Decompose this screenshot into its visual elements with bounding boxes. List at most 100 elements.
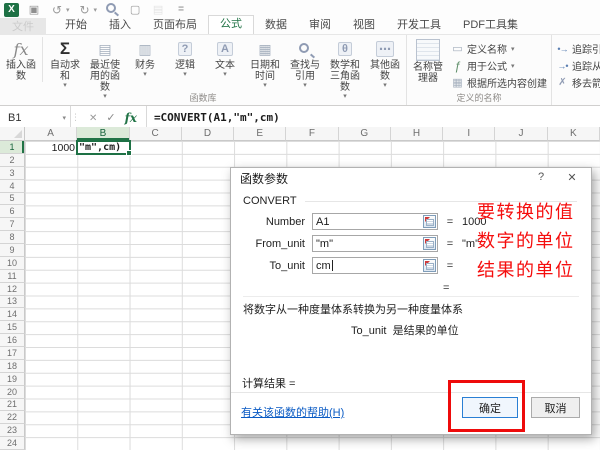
item-label: 定义名称 xyxy=(467,41,507,56)
group-label-formula-auditing: 公式审核 xyxy=(552,91,600,104)
more-fn-icon xyxy=(374,39,396,59)
excel-logo-icon xyxy=(4,3,19,17)
tab-file[interactable]: 文件 xyxy=(0,18,46,34)
row-header[interactable]: 2 xyxy=(0,154,25,167)
row-header[interactable]: 9 xyxy=(0,244,25,257)
dialog-help-button[interactable]: ? xyxy=(531,171,551,187)
equals-sign: = xyxy=(438,238,462,250)
confirm-entry-icon[interactable] xyxy=(106,111,115,124)
save-icon xyxy=(26,2,42,17)
row-header[interactable]: 23 xyxy=(0,424,25,437)
row-header[interactable]: 4 xyxy=(0,180,25,193)
select-all-corner[interactable] xyxy=(0,127,25,141)
column-header[interactable]: D xyxy=(182,127,234,141)
auditing-item[interactable]: 移去箭头 xyxy=(553,74,600,91)
ribbon-tab[interactable]: PDF工具集 xyxy=(452,17,529,34)
button-label: 逻辑 xyxy=(175,60,195,71)
row-header[interactable]: 8 xyxy=(0,231,25,244)
row-header[interactable]: 17 xyxy=(0,347,25,360)
column-header[interactable]: C xyxy=(130,127,182,141)
row-header[interactable]: 22 xyxy=(0,411,25,424)
ribbon-tab[interactable]: 插入 xyxy=(98,17,142,34)
ribbon-tab[interactable]: 视图 xyxy=(342,17,386,34)
row-header[interactable]: 21 xyxy=(0,399,25,412)
ribbon-tab[interactable]: 公式 xyxy=(208,15,254,34)
row-header[interactable]: 19 xyxy=(0,373,25,386)
math-icon xyxy=(334,39,356,59)
function-help-link[interactable]: 有关该函数的帮助(H) xyxy=(241,404,344,420)
equals-sign: = xyxy=(438,216,462,228)
cell-b1-editing[interactable]: "m",cm) xyxy=(76,140,131,155)
ribbon-tab[interactable]: 开始 xyxy=(54,17,98,34)
collapse-dialog-icon[interactable] xyxy=(423,237,436,250)
ribbon-tab[interactable]: 页面布局 xyxy=(142,17,208,34)
row-header[interactable]: 13 xyxy=(0,296,25,309)
trace-dependents-icon xyxy=(556,59,569,72)
row-header[interactable]: 20 xyxy=(0,386,25,399)
defined-names-item[interactable]: 用于公式 xyxy=(448,57,550,74)
column-header[interactable]: A xyxy=(25,127,77,141)
row-header[interactable]: 6 xyxy=(0,205,25,218)
collapse-dialog-icon[interactable] xyxy=(423,215,436,228)
qat-button[interactable] xyxy=(150,2,166,17)
button-label: 自动求和 xyxy=(47,60,83,82)
argument-label: Number xyxy=(243,216,312,228)
collapse-dialog-icon[interactable] xyxy=(423,259,436,272)
dialog-close-button[interactable]: ✕ xyxy=(562,171,582,187)
column-header[interactable]: I xyxy=(443,127,495,141)
argument-input[interactable]: A1 xyxy=(312,213,438,230)
insert-function-button[interactable]: 插入函数 xyxy=(1,37,43,82)
redo-icon xyxy=(77,2,93,17)
defined-names-item[interactable]: 定义名称 xyxy=(448,40,550,57)
button-label: 最近使用的函数 xyxy=(87,60,123,93)
row-header[interactable]: 18 xyxy=(0,360,25,373)
row-header[interactable]: 16 xyxy=(0,334,25,347)
auditing-item[interactable]: 追踪从属单元格 xyxy=(553,57,600,74)
name-box[interactable]: B1 xyxy=(0,106,71,129)
column-header[interactable]: H xyxy=(391,127,443,141)
row-header[interactable]: 14 xyxy=(0,308,25,321)
column-header[interactable]: B xyxy=(77,127,129,141)
formula-input[interactable]: =CONVERT(A1,"m",cm) xyxy=(147,106,600,129)
qat-button[interactable] xyxy=(104,2,120,17)
row-header[interactable]: 11 xyxy=(0,270,25,283)
qat-button[interactable] xyxy=(26,2,42,17)
column-header[interactable]: K xyxy=(548,127,600,141)
item-label: 移去箭头 xyxy=(572,75,600,90)
row-header[interactable]: 3 xyxy=(0,167,25,180)
ribbon-tab[interactable]: 开发工具 xyxy=(386,17,452,34)
defined-names-items: 定义名称 用于公式 根据所选内容创建 xyxy=(448,37,550,91)
cell-a1[interactable]: 1000 xyxy=(25,142,78,154)
column-header[interactable]: F xyxy=(286,127,338,141)
item-label: 追踪从属单元格 xyxy=(572,58,600,73)
separator xyxy=(231,392,591,393)
row-header[interactable]: 12 xyxy=(0,283,25,296)
ribbon-tab[interactable]: 审阅 xyxy=(298,17,342,34)
cancel-button[interactable]: 取消 xyxy=(531,397,580,418)
column-header[interactable]: G xyxy=(339,127,391,141)
qat-button[interactable] xyxy=(173,2,189,17)
text-icon xyxy=(214,39,236,59)
insert-function-icon[interactable] xyxy=(125,111,137,125)
row-header[interactable]: 24 xyxy=(0,437,25,450)
row-header[interactable]: 1 xyxy=(0,141,25,154)
column-header[interactable]: J xyxy=(495,127,547,141)
qat-button[interactable] xyxy=(127,2,143,17)
row-header[interactable]: 7 xyxy=(0,218,25,231)
auditing-item[interactable]: 追踪引用单元格 xyxy=(553,40,600,57)
argument-input[interactable]: "m" xyxy=(312,235,438,252)
argument-value: "m" xyxy=(316,238,333,250)
argument-input[interactable]: cm xyxy=(312,257,438,274)
row-header[interactable]: 15 xyxy=(0,321,25,334)
remove-arrows-icon xyxy=(556,76,569,89)
name-manager-button[interactable]: 名称管理器 xyxy=(408,37,448,84)
row-header[interactable]: 5 xyxy=(0,193,25,206)
button-label: 数学和三角函数 xyxy=(327,60,363,93)
column-header[interactable]: E xyxy=(234,127,286,141)
formula-result-label: 计算结果 = xyxy=(242,375,295,391)
cancel-entry-icon[interactable] xyxy=(89,112,97,124)
defined-names-item[interactable]: 根据所选内容创建 xyxy=(448,74,550,91)
ribbon-tab[interactable]: 数据 xyxy=(254,17,298,34)
qat-button[interactable] xyxy=(4,2,19,17)
row-header[interactable]: 10 xyxy=(0,257,25,270)
